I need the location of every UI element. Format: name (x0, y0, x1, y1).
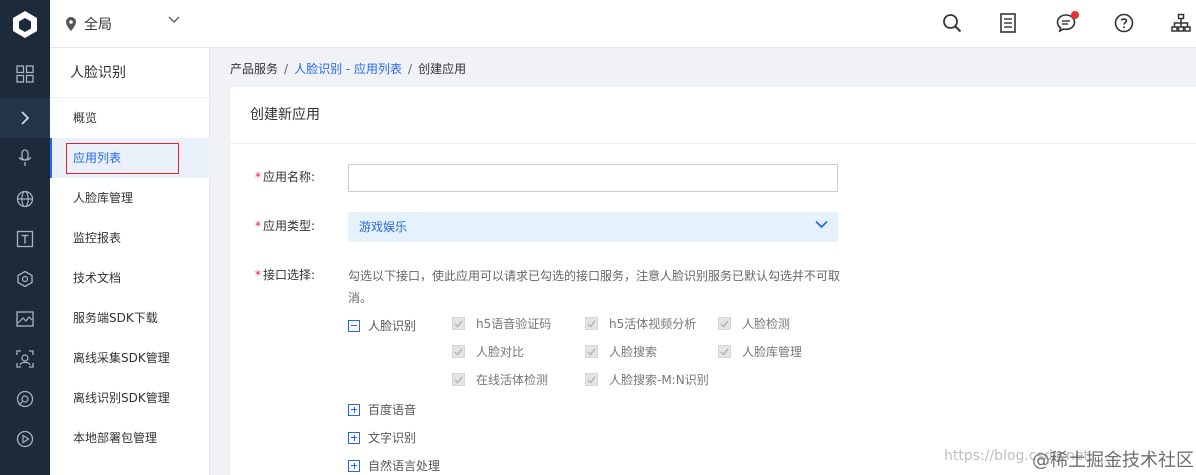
chevron-down-icon (168, 16, 180, 24)
search-icon[interactable] (941, 12, 963, 34)
checkmark-icon (585, 317, 598, 330)
checkmark-icon (718, 345, 731, 358)
microphone-icon[interactable] (0, 138, 50, 178)
side-nav: 人脸识别 概览 应用列表 人脸库管理 监控报表 技术文档 服务端SDK下载 离线… (50, 48, 210, 475)
api-checkbox[interactable]: 人脸对比 (452, 343, 524, 360)
app-type-value: 游戏娱乐 (359, 220, 408, 234)
breadcrumb-separator: / (408, 62, 413, 76)
sidebar-item-monitor-report[interactable]: 监控报表 (50, 218, 210, 258)
breadcrumb: 产品服务 / 人脸识别 - 应用列表 / 创建应用 (230, 60, 466, 77)
message-icon[interactable] (1055, 11, 1079, 34)
side-nav-title: 人脸识别 (50, 48, 209, 98)
expand-icon[interactable] (348, 459, 360, 472)
breadcrumb-separator: / (284, 62, 289, 76)
text-icon[interactable] (0, 219, 50, 259)
product-rail (0, 48, 50, 475)
expand-icon[interactable] (0, 98, 50, 138)
api-checkbox[interactable]: 人脸搜索-M:N识别 (585, 371, 709, 388)
checkmark-icon (585, 345, 598, 358)
checkmark-icon (452, 317, 465, 330)
sidebar-item-offline-recognition-sdk[interactable]: 离线识别SDK管理 (50, 378, 210, 418)
checkmark-icon (452, 345, 465, 358)
grid-icon[interactable] (0, 54, 50, 94)
video-icon[interactable] (0, 419, 50, 459)
breadcrumb-current: 创建应用 (418, 62, 467, 76)
checkmark-icon (585, 373, 598, 386)
api-select-label: * 接口选择: (254, 268, 315, 282)
api-checkbox[interactable]: 人脸检测 (718, 315, 790, 332)
api-checkbox[interactable]: h5活体视频分析 (585, 315, 696, 332)
required-mark: * (254, 268, 261, 282)
required-mark: * (254, 219, 261, 233)
globe-icon[interactable] (0, 179, 50, 219)
collapse-icon[interactable] (348, 319, 360, 332)
app-name-label: * 应用名称: (254, 170, 315, 184)
app-name-input[interactable] (348, 164, 838, 192)
chevron-down-icon (815, 220, 828, 229)
group-ocr[interactable]: 文字识别 (348, 429, 416, 446)
required-mark: * (254, 170, 261, 184)
image-icon[interactable] (0, 299, 50, 339)
cube-icon[interactable] (0, 259, 50, 299)
group-nlp[interactable]: 自然语言处理 (348, 457, 440, 474)
page-title: 创建新应用 (230, 87, 1196, 144)
checkmark-icon (718, 317, 731, 330)
sidebar-item-face-library[interactable]: 人脸库管理 (50, 178, 210, 218)
api-checkbox[interactable]: 人脸搜索 (585, 343, 657, 360)
region-selector[interactable]: 全局 (66, 14, 180, 34)
cube-logo-icon (13, 11, 37, 38)
highlight-box (66, 143, 179, 174)
location-pin-icon (66, 17, 76, 31)
expand-icon[interactable] (348, 403, 360, 416)
sidebar-item-server-sdk[interactable]: 服务端SDK下载 (50, 298, 210, 338)
app-type-select[interactable]: 游戏娱乐 (348, 212, 838, 242)
api-checkbox[interactable]: 人脸库管理 (718, 343, 802, 360)
api-checkbox[interactable]: h5语音验证码 (452, 315, 551, 332)
sidebar-item-local-deploy[interactable]: 本地部署包管理 (50, 418, 210, 458)
app-type-label: * 应用类型: (254, 219, 315, 233)
group-baidu-speech[interactable]: 百度语音 (348, 401, 416, 418)
logo[interactable] (0, 0, 50, 48)
breadcrumb-parent-link[interactable]: 人脸识别 - 应用列表 (294, 62, 402, 76)
top-bar: 全局 (0, 0, 1196, 48)
expand-icon[interactable] (348, 431, 360, 444)
region-label: 全局 (84, 17, 112, 33)
document-icon[interactable] (997, 12, 1019, 34)
sitemap-icon[interactable] (1170, 12, 1192, 34)
sidebar-item-overview[interactable]: 概览 (50, 98, 210, 138)
watermark-brand: @稀土掘金技术社区 (1032, 450, 1194, 471)
sidebar-item-tech-docs[interactable]: 技术文档 (50, 258, 210, 298)
notification-badge (1071, 11, 1079, 19)
api-checkbox[interactable]: 在线活体检测 (452, 371, 548, 388)
help-icon[interactable] (1113, 12, 1135, 34)
sidebar-item-offline-capture-sdk[interactable]: 离线采集SDK管理 (50, 338, 210, 378)
api-hint: 勾选以下接口，使此应用可以请求已勾选的接口服务，注意人脸识别服务已默认勾选并不可… (348, 269, 841, 305)
group-face-recognition[interactable]: 人脸识别 (348, 317, 416, 334)
face-scan-icon[interactable] (0, 339, 50, 379)
checkmark-icon (452, 373, 465, 386)
eye-icon[interactable] (0, 379, 50, 419)
breadcrumb-root[interactable]: 产品服务 (230, 62, 278, 76)
create-app-card: 创建新应用 * 应用名称: * 应用类型: 游戏娱乐 * 接口选择: 勾选以下接口，使… (230, 87, 1196, 475)
